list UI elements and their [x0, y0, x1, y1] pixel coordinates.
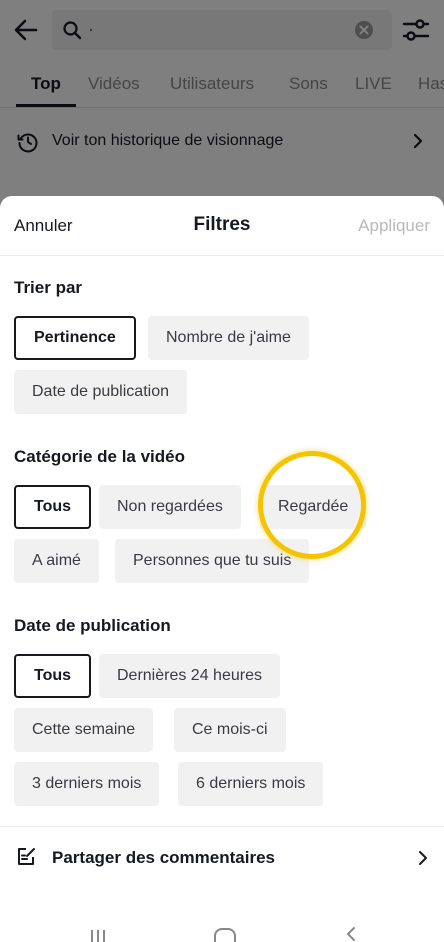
category-chip-all[interactable]: Tous — [14, 485, 92, 529]
sort-chip-likes[interactable]: Nombre de j'aime — [148, 316, 309, 360]
date-chip-24h[interactable]: Dernières 24 heures — [99, 654, 280, 698]
date-section-title: Date de publication — [14, 616, 171, 635]
chevron-right-icon — [419, 851, 427, 865]
recents-icon[interactable] — [88, 928, 108, 942]
tap-highlight-circle — [258, 451, 366, 559]
home-icon[interactable] — [214, 928, 236, 942]
date-chip-3-months[interactable]: 3 derniers mois — [14, 762, 160, 806]
date-chip-month[interactable]: Ce mois-ci — [174, 708, 286, 752]
edit-note-icon — [18, 848, 35, 865]
apply-button[interactable]: Appliquer — [358, 216, 430, 236]
date-chip-all[interactable]: Tous — [14, 654, 92, 698]
date-chip-6-months[interactable]: 6 derniers mois — [178, 762, 324, 806]
filter-sheet: Annuler Filtres Appliquer Trier par Pert… — [0, 196, 444, 942]
category-section-title: Catégorie de la vidéo — [14, 447, 185, 466]
sheet-header: Annuler Filtres Appliquer — [0, 196, 444, 256]
sort-chip-date[interactable]: Date de publication — [14, 370, 187, 414]
system-back-icon[interactable] — [344, 926, 358, 942]
sort-chip-relevance[interactable]: Pertinence — [14, 316, 136, 360]
sort-section-title: Trier par — [14, 278, 83, 297]
category-chip-liked[interactable]: A aimé — [14, 539, 99, 583]
system-navigation-bar — [0, 918, 444, 942]
share-feedback-row[interactable]: Partager des commentaires — [0, 826, 444, 886]
share-feedback-label: Partager des commentaires — [52, 848, 275, 867]
category-chip-unwatched[interactable]: Non regardées — [99, 485, 241, 529]
date-chip-week[interactable]: Cette semaine — [14, 708, 154, 752]
